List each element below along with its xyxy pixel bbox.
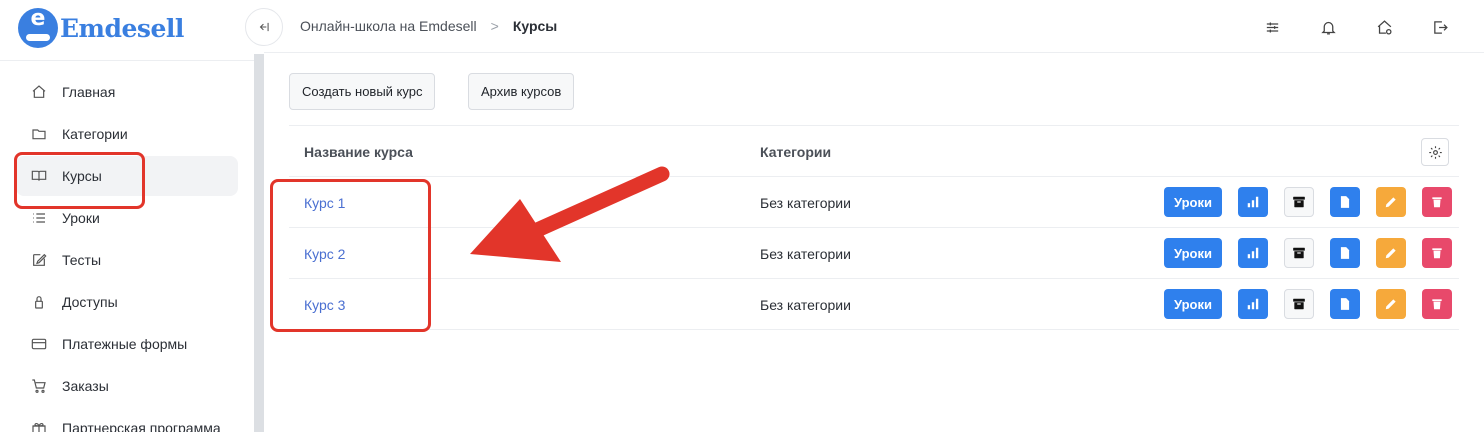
document-icon xyxy=(1340,298,1350,310)
lessons-button[interactable]: Уроки xyxy=(1164,187,1222,217)
course-category: Без категории xyxy=(760,246,851,262)
home-settings-icon[interactable] xyxy=(1374,17,1394,37)
logo[interactable]: e Emdesell xyxy=(18,6,184,48)
sidebar-item-label: Платежные формы xyxy=(62,336,188,352)
sidebar-scrollbar-thumb[interactable] xyxy=(254,54,264,432)
sidebar-item-home[interactable]: Главная xyxy=(16,72,238,112)
trash-icon xyxy=(1432,299,1442,310)
logo-icon: e xyxy=(18,6,58,48)
brand-name: Emdesell xyxy=(60,13,184,43)
archive-box-icon xyxy=(1293,298,1305,310)
document-icon xyxy=(1340,247,1350,259)
logo-letter: e xyxy=(30,6,46,31)
courses-table: Название курса Категории Курс 1 Без кате… xyxy=(289,125,1459,330)
sidebar-item-access[interactable]: Доступы xyxy=(16,282,238,322)
stats-button[interactable] xyxy=(1238,238,1268,268)
trash-icon xyxy=(1432,197,1442,208)
sidebar-item-label: Уроки xyxy=(62,210,100,226)
sidebar-item-label: Заказы xyxy=(62,378,109,394)
gear-icon xyxy=(1428,145,1442,159)
edit-button[interactable] xyxy=(1376,187,1406,217)
column-header-name: Название курса xyxy=(304,144,413,160)
sidebar-item-orders[interactable]: Заказы xyxy=(16,366,238,406)
breadcrumb-current: Курсы xyxy=(512,18,558,34)
sliders-icon[interactable] xyxy=(1262,17,1282,37)
breadcrumb-home-link[interactable]: Онлайн-школа на Emdesell xyxy=(300,18,477,34)
row-actions: Уроки xyxy=(1164,238,1452,268)
sidebar-item-label: Тесты xyxy=(62,252,102,268)
row-actions: Уроки xyxy=(1164,187,1452,217)
edit-icon xyxy=(30,251,48,269)
stats-button[interactable] xyxy=(1238,187,1268,217)
document-button[interactable] xyxy=(1330,238,1360,268)
sidebar: e Emdesell Главная Категории Курсы Уроки xyxy=(0,0,264,432)
lessons-button[interactable]: Уроки xyxy=(1164,238,1222,268)
breadcrumb: Онлайн-школа на Emdesell > Курсы xyxy=(300,18,557,34)
table-row: Курс 1 Без категории Уроки xyxy=(289,177,1459,228)
lessons-button[interactable]: Уроки xyxy=(1164,289,1222,319)
archive-button[interactable] xyxy=(1284,238,1314,268)
document-icon xyxy=(1340,196,1350,208)
home-icon xyxy=(30,83,48,101)
annotation-highlight-course-list xyxy=(270,179,431,332)
document-button[interactable] xyxy=(1330,187,1360,217)
stats-button[interactable] xyxy=(1238,289,1268,319)
table-settings-button[interactable] xyxy=(1421,138,1449,166)
sidebar-item-payment-forms[interactable]: Платежные формы xyxy=(16,324,238,364)
archive-button[interactable] xyxy=(1284,289,1314,319)
bar-chart-icon xyxy=(1247,196,1259,208)
course-category: Без категории xyxy=(760,297,851,313)
archive-box-icon xyxy=(1293,247,1305,259)
sidebar-item-label: Категории xyxy=(62,126,128,142)
bar-chart-icon xyxy=(1247,298,1259,310)
list-icon xyxy=(30,209,48,227)
sidebar-item-tests[interactable]: Тесты xyxy=(16,240,238,280)
delete-button[interactable] xyxy=(1422,238,1452,268)
pencil-icon xyxy=(1385,299,1396,310)
column-header-category: Категории xyxy=(760,144,832,160)
sidebar-nav: Главная Категории Курсы Уроки Тесты Дост… xyxy=(16,72,238,432)
course-category: Без категории xyxy=(760,195,851,211)
sidebar-item-label: Доступы xyxy=(62,294,118,310)
table-row: Курс 3 Без категории Уроки xyxy=(289,279,1459,330)
sidebar-item-categories[interactable]: Категории xyxy=(16,114,238,154)
gift-icon xyxy=(30,419,48,432)
collapse-arrow-icon xyxy=(259,22,269,32)
app-window: e Emdesell Главная Категории Курсы Уроки xyxy=(0,0,1484,432)
table-row: Курс 2 Без категории Уроки xyxy=(289,228,1459,279)
bell-icon[interactable] xyxy=(1318,17,1338,37)
edit-button[interactable] xyxy=(1376,238,1406,268)
table-header: Название курса Категории xyxy=(289,125,1459,177)
delete-button[interactable] xyxy=(1422,187,1452,217)
folder-icon xyxy=(30,125,48,143)
document-button[interactable] xyxy=(1330,289,1360,319)
sidebar-item-affiliate[interactable]: Партнерская программа xyxy=(16,408,238,432)
delete-button[interactable] xyxy=(1422,289,1452,319)
trash-icon xyxy=(1432,248,1442,259)
logout-icon[interactable] xyxy=(1430,17,1450,37)
bar-chart-icon xyxy=(1247,247,1259,259)
pencil-icon xyxy=(1385,248,1396,259)
row-actions: Уроки xyxy=(1164,289,1452,319)
lock-icon xyxy=(30,293,48,311)
course-archive-button[interactable]: Архив курсов xyxy=(468,73,575,110)
archive-button[interactable] xyxy=(1284,187,1314,217)
pencil-icon xyxy=(1385,197,1396,208)
create-course-button[interactable]: Создать новый курс xyxy=(289,73,436,110)
edit-button[interactable] xyxy=(1376,289,1406,319)
collapse-sidebar-button[interactable] xyxy=(245,8,283,46)
archive-box-icon xyxy=(1293,196,1305,208)
cart-icon xyxy=(30,377,48,395)
credit-card-icon xyxy=(30,335,48,353)
sidebar-item-label: Партнерская программа xyxy=(62,420,221,432)
sidebar-item-label: Главная xyxy=(62,84,116,100)
annotation-highlight-courses xyxy=(14,152,145,209)
header-icons xyxy=(1262,17,1450,37)
chevron-right-icon: > xyxy=(490,18,499,34)
